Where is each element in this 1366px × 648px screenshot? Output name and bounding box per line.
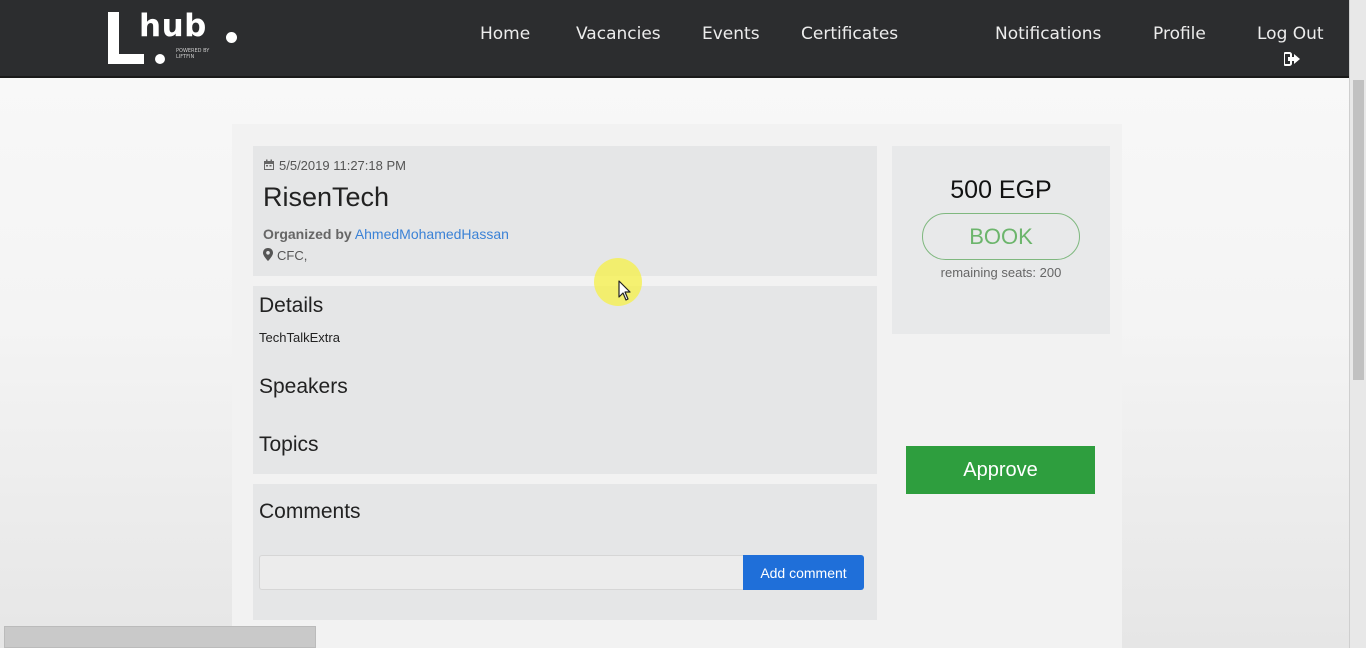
comments-heading: Comments: [259, 500, 361, 523]
logo-dot: [226, 32, 237, 43]
nav-certificates[interactable]: Certificates: [801, 24, 898, 44]
logo-text: hub: [139, 8, 207, 44]
add-comment-button[interactable]: Add comment: [743, 555, 864, 590]
location-text: CFC,: [277, 248, 308, 263]
details-panel: Details TechTalkExtra Speakers Topics: [253, 286, 877, 474]
page-scrollbar[interactable]: [1349, 0, 1366, 648]
event-location: CFC,: [263, 248, 307, 263]
logo-dot: [155, 54, 165, 64]
speakers-heading: Speakers: [259, 375, 348, 398]
organized-by-label: Organized by: [263, 226, 352, 242]
book-button[interactable]: BOOK: [922, 213, 1080, 260]
event-header-panel: 5/5/2019 11:27:18 PM RisenTech Organized…: [253, 146, 877, 276]
organizer-link[interactable]: AhmedMohamedHassan: [355, 226, 509, 242]
topics-heading: Topics: [259, 433, 319, 456]
logo-subtext: POWERED BY LIFTFIN: [176, 48, 210, 60]
nav-vacancies[interactable]: Vacancies: [576, 24, 661, 44]
browser-status-bar: [4, 626, 316, 648]
scrollbar-thumb[interactable]: [1353, 80, 1364, 380]
calendar-icon: [264, 159, 274, 170]
logout-icon[interactable]: [1284, 52, 1300, 66]
nav-home[interactable]: Home: [480, 24, 530, 44]
details-text: TechTalkExtra: [259, 330, 340, 345]
nav-logout[interactable]: Log Out: [1257, 24, 1324, 44]
event-datetime: 5/5/2019 11:27:18 PM: [263, 158, 406, 173]
nav-profile[interactable]: Profile: [1153, 24, 1206, 44]
map-pin-icon: [263, 248, 273, 261]
approve-button[interactable]: Approve: [906, 446, 1095, 494]
nav-notifications[interactable]: Notifications: [995, 24, 1101, 44]
comment-input[interactable]: [259, 555, 743, 590]
nav-events[interactable]: Events: [702, 24, 760, 44]
booking-panel: 500 EGP BOOK remaining seats: 200: [892, 146, 1110, 334]
event-organizer: Organized by AhmedMohamedHassan: [263, 226, 509, 242]
comments-panel: Comments Add comment: [253, 484, 877, 620]
event-price: 500 EGP: [950, 176, 1052, 204]
remaining-seats: remaining seats: 200: [940, 265, 1062, 280]
details-heading: Details: [259, 294, 324, 317]
lhub-logo[interactable]: hub POWERED BY LIFTFIN: [108, 8, 248, 68]
top-navbar: hub POWERED BY LIFTFIN Home Vacancies Ev…: [0, 0, 1366, 78]
mouse-pointer-icon: [618, 280, 631, 301]
event-title: RisenTech: [263, 182, 390, 212]
datetime-text: 5/5/2019 11:27:18 PM: [279, 158, 406, 173]
